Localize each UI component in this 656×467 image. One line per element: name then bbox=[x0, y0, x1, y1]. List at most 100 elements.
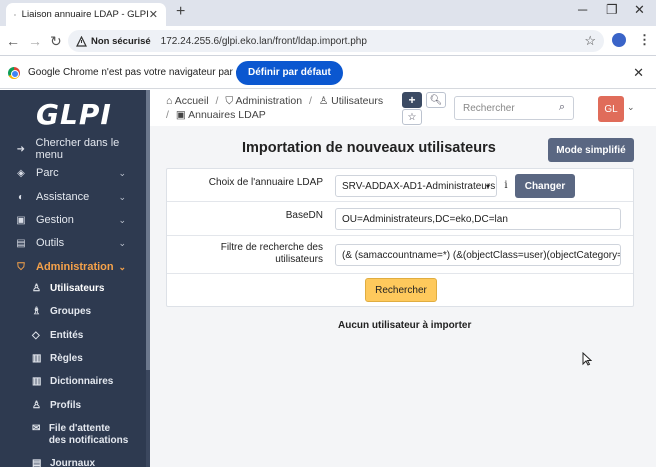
close-window-icon[interactable]: ✕ bbox=[634, 2, 645, 18]
address-book-icon: ▣ bbox=[175, 109, 186, 121]
chevron-down-icon: ⌄ bbox=[118, 261, 126, 272]
basedn-input[interactable]: OU=Administrateurs,DC=eko,DC=lan bbox=[335, 208, 621, 230]
book-icon: ▥ bbox=[32, 353, 42, 364]
user-check-icon: ♙ bbox=[32, 400, 41, 411]
infobar-close-icon[interactable]: ✕ bbox=[633, 65, 644, 81]
address-bar[interactable]: Non sécurisé 172.24.255.6/glpi.eko.lan/f… bbox=[68, 30, 604, 52]
sidebar-subitem-label: Groupes bbox=[50, 306, 92, 317]
minimize-icon[interactable]: ─ bbox=[578, 2, 587, 17]
search-icon[interactable]: ⌕ bbox=[559, 101, 565, 114]
reload-icon[interactable]: ↻ bbox=[50, 33, 62, 50]
sidebar-subitem-utilisateurs[interactable]: ♙ Utilisateurs bbox=[0, 283, 146, 294]
restore-icon[interactable]: ❐ bbox=[606, 2, 618, 18]
sidebar-subitem-label: Journaux bbox=[50, 458, 96, 467]
sidebar-subitem-entites[interactable]: ◇ Entités bbox=[0, 330, 146, 341]
filter-row: Filtre de recherche des utilisateurs (& … bbox=[167, 236, 633, 274]
breadcrumb-administration[interactable]: Administration bbox=[236, 95, 303, 107]
add-button[interactable]: + bbox=[402, 92, 422, 108]
breadcrumb-ldap[interactable]: Annuaires LDAP bbox=[188, 109, 266, 121]
sidebar-item-outils[interactable]: ▤ Outils ⌄ bbox=[0, 232, 146, 254]
chrome-logo-icon bbox=[8, 67, 20, 79]
box-icon: ◈ bbox=[17, 167, 25, 179]
bookmark-button[interactable]: ☆ bbox=[402, 109, 422, 125]
page-header: ⌂ Accueil / ⛉ Administration / ♙ Utilisa… bbox=[150, 90, 656, 126]
chevron-down-icon: ⌄ bbox=[118, 214, 126, 225]
global-search-input[interactable]: Rechercher ⌕ bbox=[454, 96, 574, 120]
bookmark-star-icon[interactable]: ☆ bbox=[584, 33, 596, 49]
briefcase-icon: ▤ bbox=[16, 237, 26, 249]
tab-title: Liaison annuaire LDAP - GLPI bbox=[21, 9, 149, 20]
filter-input[interactable]: (& (samaccountname=*) (&(objectClass=use… bbox=[335, 244, 621, 266]
chevron-down-icon: ⌄ bbox=[118, 191, 126, 202]
directory-label: Choix de l'annuaire LDAP bbox=[208, 177, 323, 188]
sidebar-item-gestion[interactable]: ▣ Gestion ⌄ bbox=[0, 209, 146, 231]
sidebar-subitem-label: Règles bbox=[50, 353, 83, 364]
wrench-icon: ⛉ bbox=[225, 95, 234, 107]
sidebar-item-administration[interactable]: ⛉ Administration ⌄ bbox=[0, 256, 146, 278]
user-icon: ♙ bbox=[32, 283, 41, 294]
info-icon[interactable]: i bbox=[499, 175, 513, 197]
search-placeholder: Rechercher bbox=[463, 102, 515, 114]
sidebar-item-label: Parc bbox=[36, 167, 59, 179]
mail-icon: ✉ bbox=[32, 423, 41, 434]
sidebar-subitem-notifications[interactable]: ✉ File d'attente des notifications bbox=[0, 423, 130, 447]
glpi-favicon-icon bbox=[14, 13, 16, 16]
new-tab-icon[interactable]: + bbox=[176, 3, 185, 21]
breadcrumb-utilisateurs[interactable]: Utilisateurs bbox=[331, 95, 383, 107]
basedn-row: BaseDN OU=Administrateurs,DC=eko,DC=lan bbox=[167, 202, 633, 236]
wallet-icon: ▣ bbox=[16, 214, 26, 226]
sidebar-item-assistance[interactable]: ◐ Assistance ⌄ bbox=[0, 186, 146, 208]
browser-titlebar: Liaison annuaire LDAP - GLPI ✕ + ─ ❐ ✕ bbox=[0, 0, 656, 26]
sidebar-subitem-journaux[interactable]: ▤ Journaux bbox=[0, 458, 146, 467]
user-icon: ♙ bbox=[318, 95, 329, 107]
avatar[interactable]: GL bbox=[598, 96, 624, 122]
arrow-right-icon: ➜ bbox=[16, 143, 25, 155]
set-default-button[interactable]: Définir par défaut bbox=[236, 61, 343, 85]
filter-label: Filtre de recherche des utilisateurs bbox=[220, 242, 323, 265]
default-browser-infobar: Google Chrome n'est pas votre navigateur… bbox=[0, 57, 656, 89]
simplified-mode-button[interactable]: Mode simplifié bbox=[548, 138, 634, 162]
sidebar-item-label: Assistance bbox=[36, 191, 90, 203]
profile-icon[interactable] bbox=[612, 33, 626, 47]
shield-icon: ⛉ bbox=[17, 261, 25, 273]
tab-close-icon[interactable]: ✕ bbox=[149, 8, 158, 21]
sidebar-subitem-label: Dictionnaires bbox=[50, 376, 114, 387]
sidebar: GLPI ➜ Chercher dans le menu ◈ Parc ⌄ ◐ … bbox=[0, 90, 150, 467]
security-label[interactable]: Non sécurisé bbox=[91, 36, 151, 47]
sidebar-item-search-menu[interactable]: ➜ Chercher dans le menu bbox=[0, 137, 146, 161]
chrome-menu-icon[interactable]: ⋮ bbox=[638, 32, 651, 48]
sidebar-subitem-dictionnaires[interactable]: ▥ Dictionnaires bbox=[0, 376, 146, 387]
not-secure-icon[interactable] bbox=[76, 35, 87, 47]
sidebar-subitem-label: File d'attente des notifications bbox=[48, 423, 129, 446]
back-icon[interactable]: ← bbox=[6, 33, 20, 49]
sidebar-item-label: Gestion bbox=[36, 214, 74, 226]
sidebar-item-label: Outils bbox=[36, 237, 65, 249]
dropdown-arrow-icon: ▾ bbox=[485, 181, 490, 191]
sidebar-subitem-groupes[interactable]: ♗ Groupes bbox=[0, 306, 146, 317]
search-list-button[interactable]: 🔍︎ bbox=[426, 92, 446, 108]
glpi-logo[interactable]: GLPI bbox=[36, 98, 112, 131]
home-icon: ⌂ bbox=[166, 95, 173, 107]
mouse-cursor-icon bbox=[582, 352, 592, 366]
no-users-message: Aucun utilisateur à importer bbox=[338, 320, 472, 331]
directory-row: Choix de l'annuaire LDAP SRV-ADDAX-AD1-A… bbox=[167, 169, 633, 202]
sidebar-item-label: Chercher dans le menu bbox=[35, 137, 120, 161]
basedn-label: BaseDN bbox=[285, 210, 323, 221]
users-icon: ♗ bbox=[32, 306, 41, 317]
sidebar-subitem-label: Profils bbox=[50, 400, 82, 411]
search-button[interactable]: Rechercher bbox=[365, 278, 437, 302]
sidebar-item-label: Administration bbox=[36, 261, 114, 273]
browser-toolbar: ← → ↻ Non sécurisé 172.24.255.6/glpi.eko… bbox=[0, 26, 656, 56]
chevron-down-icon[interactable]: ⌄ bbox=[627, 102, 635, 113]
url-text[interactable]: 172.24.255.6/glpi.eko.lan/front/ldap.imp… bbox=[161, 36, 367, 47]
sidebar-item-parc[interactable]: ◈ Parc ⌄ bbox=[0, 162, 146, 184]
change-button[interactable]: Changer bbox=[515, 174, 575, 198]
sidebar-subitem-regles[interactable]: ▥ Règles bbox=[0, 353, 146, 364]
forward-icon[interactable]: → bbox=[28, 33, 42, 49]
breadcrumb-home[interactable]: Accueil bbox=[175, 95, 209, 107]
directory-select[interactable]: SRV-ADDAX-AD1-Administrateurs ▾ bbox=[335, 175, 497, 197]
chevron-down-icon: ⌄ bbox=[118, 167, 126, 178]
breadcrumb: ⌂ Accueil / ⛉ Administration / ♙ Utilisa… bbox=[166, 95, 384, 121]
browser-tab[interactable]: Liaison annuaire LDAP - GLPI ✕ bbox=[6, 3, 166, 26]
sidebar-subitem-profils[interactable]: ♙ Profils bbox=[0, 400, 146, 411]
